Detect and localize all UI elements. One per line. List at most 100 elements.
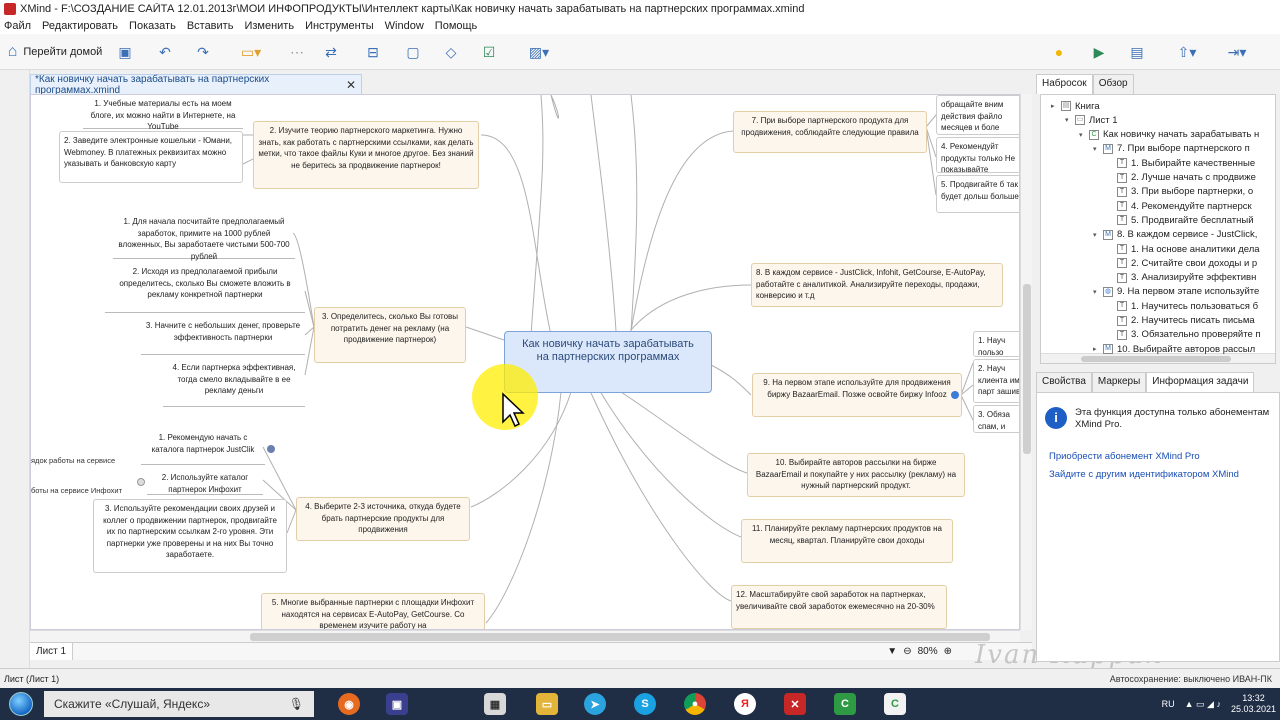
tray-icons[interactable]: ▲ ▭ ◢ ♪ — [1185, 699, 1221, 710]
menu-modify[interactable]: Изменить — [244, 20, 294, 32]
layout-icon[interactable]: ▤ — [1126, 42, 1148, 62]
summary-icon[interactable]: ⊟ — [362, 42, 384, 62]
expand-toggle-icon[interactable]: ▸ — [1093, 345, 1101, 353]
save-icon[interactable]: ▣ — [114, 42, 136, 62]
subtopic-7-c[interactable]: 5. Продвигайте б так будет дольш больше — [936, 175, 1019, 213]
topic-7-rules[interactable]: 7. При выборе партнерского продукта для … — [733, 111, 927, 153]
subtopic-4-2[interactable]: 2. Используйте каталог партнерок Инфохит — [147, 469, 263, 495]
outline-row[interactable]: T 3. Обязательно проверяйте п — [1107, 328, 1261, 342]
presentation-icon[interactable]: ▶ — [1088, 42, 1110, 62]
subtopic-icon[interactable]: ⋯ — [286, 42, 308, 62]
subtopic-4-1[interactable]: 1. Рекомендую начать с каталога партнеро… — [141, 429, 265, 465]
menu-view[interactable]: Показать — [129, 20, 176, 32]
taskbar-save-app[interactable]: ▣ — [378, 691, 416, 717]
menu-file[interactable]: Файл — [4, 20, 31, 32]
outline-row[interactable]: ▾ M 8. В каждом сервисе - JustClick, — [1093, 228, 1257, 242]
subtopic-3-4[interactable]: 4. Если партнерка эффективная, тогда сме… — [163, 359, 305, 407]
topic-8-analytics[interactable]: 8. В каждом сервисе - JustClick, Infohit… — [751, 263, 1003, 307]
taskbar-explorer[interactable]: ▭ — [528, 691, 566, 717]
sheet-tab[interactable]: Лист 1 — [30, 643, 74, 660]
subtopic-9-a[interactable]: 1. Науч пользо — [973, 331, 1019, 357]
start-button[interactable] — [2, 690, 40, 718]
expand-toggle-icon[interactable]: ▾ — [1093, 145, 1101, 153]
subtopic-4-3[interactable]: 3. Используйте рекомендации своих друзей… — [93, 499, 287, 573]
subtopic-2-1[interactable]: 1. Учебные материалы есть на моем блоге,… — [83, 95, 243, 131]
taskbar-telegram[interactable]: ➤ — [576, 691, 614, 717]
menu-help[interactable]: Помощь — [435, 20, 478, 32]
canvas-horizontal-scrollbar[interactable] — [30, 630, 1020, 642]
outline-row[interactable]: ▾ C Как новичку начать зарабатывать н — [1079, 128, 1259, 142]
menu-tools[interactable]: Инструменты — [305, 20, 374, 32]
zoom-out-icon[interactable]: ⊖ — [903, 646, 911, 657]
tab-task-info[interactable]: Информация задачи — [1146, 372, 1255, 392]
topic-12-scaling[interactable]: 12. Масштабируйте свой заработок на парт… — [731, 585, 947, 629]
callout-icon[interactable]: ◇ — [440, 42, 462, 62]
boundary-icon[interactable]: ▢ — [402, 42, 424, 62]
topic-insert-icon[interactable]: ▭▾ — [232, 42, 270, 62]
undo-icon[interactable]: ↶ — [154, 42, 176, 62]
subtopic-7-b[interactable]: 4. Рекомендуйт продукты только Не показы… — [936, 137, 1019, 174]
taskbar-skype[interactable]: S — [626, 691, 664, 717]
expand-toggle-icon[interactable]: ▸ — [1051, 102, 1059, 110]
tab-overview[interactable]: Обзор — [1092, 74, 1134, 94]
subtopic-3-2[interactable]: 2. Исходя из предполагаемой прибыли опре… — [105, 263, 305, 313]
topic-4-sources[interactable]: 4. Выберите 2-3 источника, откуда будете… — [296, 497, 470, 541]
subtopic-7-a[interactable]: обращайте вним действия файло месяцев и … — [936, 95, 1019, 135]
outline-row[interactable]: ▾ ◍ 9. На первом этапе используйте — [1093, 285, 1259, 299]
topic-9-bazaaremail[interactable]: 9. На первом этапе используйте для продв… — [752, 373, 962, 417]
outline-row[interactable]: T 3. При выборе партнерки, о — [1107, 185, 1253, 199]
outline-row[interactable]: ▸ M 10. Выбирайте авторов рассыл — [1093, 342, 1255, 356]
share-icon[interactable]: ⇧▾ — [1166, 42, 1208, 62]
outline-row[interactable]: T 5. Продвигайте бесплатный — [1107, 213, 1254, 227]
taskbar-search[interactable]: Скажите «Слушай, Яндекс» 🎙 — [44, 691, 314, 717]
expand-toggle-icon[interactable]: ▾ — [1093, 288, 1101, 296]
home-button[interactable]: ⌂ Перейти домой — [6, 42, 104, 62]
taskbar-chrome[interactable]: ● — [676, 691, 714, 717]
expand-toggle-icon[interactable]: ▾ — [1065, 116, 1073, 124]
scroll-thumb[interactable] — [1081, 356, 1231, 362]
zoom-in-icon[interactable]: ⊕ — [944, 646, 952, 657]
tab-properties[interactable]: Свойства — [1036, 372, 1092, 392]
subtopic-3-3[interactable]: 3. Начните с небольших денег, проверьте … — [141, 317, 305, 355]
taskbar-xmind[interactable]: ✕ — [776, 691, 814, 717]
outline-row[interactable]: T 1. Выбирайте качественные — [1107, 156, 1255, 170]
menu-window[interactable]: Window — [385, 20, 424, 32]
expand-toggle-icon[interactable]: ▾ — [1093, 231, 1101, 239]
taskbar-firefox[interactable]: ◉ — [330, 691, 368, 717]
scroll-thumb[interactable] — [250, 633, 990, 641]
language-indicator[interactable]: RU — [1162, 699, 1175, 709]
lightbulb-icon[interactable]: ● — [1048, 42, 1070, 62]
outline-row[interactable]: T 2. Научитесь писать письма — [1107, 314, 1255, 328]
subtopic-9-c[interactable]: 3. Обяза спам, и — [973, 405, 1019, 433]
outline-row[interactable]: T 1. На основе аналитики дела — [1107, 242, 1260, 256]
task-icon[interactable]: ☑ — [478, 42, 500, 62]
taskbar-camtasia-2[interactable]: C — [876, 691, 914, 717]
outline-row[interactable]: T 4. Рекомендуйте партнерск — [1107, 199, 1252, 213]
topic-11-planning[interactable]: 11. Планируйте рекламу партнерских проду… — [741, 519, 953, 563]
editor-tab[interactable]: *Как новичку начать зарабатывать на парт… — [30, 74, 362, 96]
outline-tree[interactable]: ▸ ▤ Книга ▾ ▭ Лист 1 ▾ C Как новичку начать зара… — [1040, 94, 1276, 364]
outline-row[interactable]: T 2. Лучше начать с продвиже — [1107, 171, 1256, 185]
outline-row[interactable]: ▸ ▤ Книга — [1051, 99, 1100, 113]
mindmap-canvas[interactable]: 2. Изучите теорию партнерского маркетинг… — [30, 94, 1020, 630]
clock[interactable]: 13:32 25.03.2021 — [1231, 693, 1276, 715]
export-icon[interactable]: ⇥▾ — [1216, 42, 1258, 62]
outline-row[interactable]: ▾ M 7. При выборе партнерского п — [1093, 142, 1250, 156]
taskbar-calculator[interactable]: ▦ — [476, 691, 514, 717]
image-icon[interactable]: ▨▾ — [518, 42, 560, 62]
menu-edit[interactable]: Редактировать — [42, 20, 118, 32]
scroll-thumb[interactable] — [1023, 284, 1031, 454]
topic-5-platforms[interactable]: 5. Многие выбранные партнерки с площадки… — [261, 593, 485, 629]
menu-insert[interactable]: Вставить — [187, 20, 234, 32]
outline-row[interactable]: T 2. Считайте свои доходы и р — [1107, 256, 1257, 270]
subtopic-9-b[interactable]: 2. Науч клиента им парт зашива — [973, 359, 1019, 403]
expand-toggle-icon[interactable]: ▾ — [1079, 131, 1087, 139]
canvas-vertical-scrollbar[interactable] — [1020, 94, 1032, 630]
buy-pro-link[interactable]: Приобрести абонемент XMind Pro — [1049, 451, 1200, 462]
tab-markers[interactable]: Маркеры — [1091, 372, 1147, 392]
topic-10-authors[interactable]: 10. Выбирайте авторов рассылки на бирже … — [747, 453, 965, 497]
tab-outline[interactable]: Набросок — [1036, 74, 1093, 94]
switch-account-link[interactable]: Зайдите с другим идентификатором XMind — [1049, 469, 1239, 480]
outline-row[interactable]: T 1. Научитесь пользоваться б — [1107, 299, 1258, 313]
subtopic-2-2[interactable]: 2. Заведите электронные кошельки - Юмани… — [59, 131, 243, 183]
